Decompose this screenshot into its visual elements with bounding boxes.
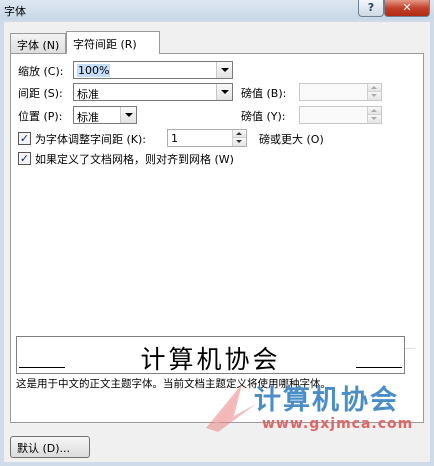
spacing-value: 标准	[77, 88, 99, 101]
spin-up-icon[interactable]	[232, 130, 246, 138]
position-label: 位置 (P):	[18, 110, 63, 123]
position-pt-spinner[interactable]	[299, 106, 382, 124]
spin-down-icon[interactable]	[232, 138, 246, 146]
spin-down-icon[interactable]	[367, 115, 381, 123]
spacing-combo[interactable]: 标准	[73, 83, 233, 101]
close-button[interactable]: ✕	[384, 0, 430, 17]
chevron-down-icon[interactable]	[216, 62, 232, 78]
tab-font[interactable]: 字体 (N)	[10, 33, 66, 53]
position-pt-label: 磅值 (Y):	[241, 110, 286, 123]
window-title: 字体	[4, 5, 26, 18]
grid-checkbox[interactable]: ✓	[18, 152, 31, 165]
position-combo[interactable]: 标准	[73, 106, 137, 124]
kerning-label: 为字体调整字间距 (K):	[35, 133, 146, 146]
spin-up-icon[interactable]	[367, 107, 381, 115]
spacing-pt-spinner[interactable]	[299, 83, 382, 101]
position-value: 标准	[77, 111, 99, 124]
preview-underline-right	[356, 367, 402, 368]
preview-note: 这是用于中文的正文主题字体。当前文档主题定义将使用哪种字体。	[16, 378, 331, 390]
kerning-value: 1	[171, 132, 178, 145]
title-bar: 字体 ? ✕	[0, 0, 434, 20]
spacing-pt-label: 磅值 (B):	[241, 87, 287, 100]
chevron-down-icon[interactable]	[216, 84, 232, 100]
help-button[interactable]: ?	[358, 0, 384, 17]
scale-label: 缩放 (C):	[18, 65, 64, 78]
spin-down-icon[interactable]	[367, 92, 381, 100]
tab-character-spacing[interactable]: 字符间距 (R)	[66, 31, 160, 54]
scale-combo[interactable]: 100%	[73, 61, 233, 79]
preview-sample: 计算机协会	[140, 345, 281, 374]
kerning-checkbox[interactable]: ✓	[18, 132, 31, 145]
spacing-label: 间距 (S):	[18, 87, 63, 100]
default-button[interactable]: 默认 (D)...	[10, 436, 90, 458]
scale-value: 100%	[77, 64, 111, 77]
chevron-down-icon[interactable]	[120, 107, 136, 123]
dialog-client: 字体 (N) 字符间距 (R) 缩放 (C): 100% 间距 (S): 标准 …	[4, 22, 430, 462]
kerning-spinner[interactable]: 1	[167, 129, 247, 147]
grid-label: 如果定义了文档网格，则对齐到网格 (W)	[35, 153, 234, 166]
spin-up-icon[interactable]	[367, 84, 381, 92]
preview-box: 计算机协会	[16, 336, 405, 374]
kerning-suffix: 磅或更大 (O)	[259, 133, 324, 146]
